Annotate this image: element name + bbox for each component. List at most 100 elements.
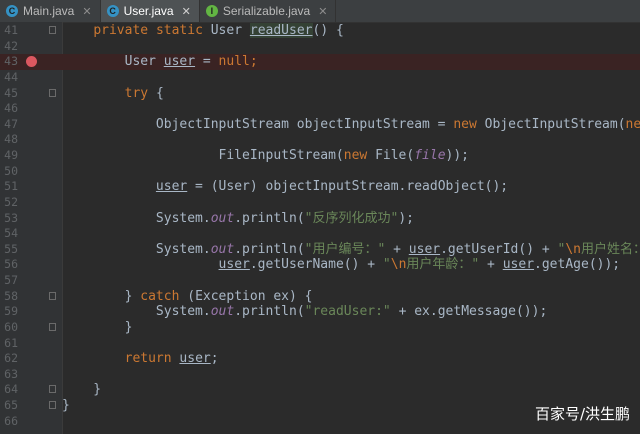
code-token: user xyxy=(163,54,196,70)
line-number: 49 xyxy=(4,148,18,162)
fold-marker-icon[interactable] xyxy=(49,291,56,300)
code-token: ObjectInputStream( xyxy=(484,116,626,132)
code-token: .getUserId() + xyxy=(440,241,558,257)
tab-serializable-java[interactable]: I Serializable.java ✕ xyxy=(200,0,337,22)
code-text: } catch (Exception ex) { xyxy=(62,288,313,305)
code-token: new xyxy=(453,116,485,132)
code-token: new xyxy=(343,148,376,163)
code-text: } xyxy=(62,382,101,398)
line-number: 65 xyxy=(4,398,18,412)
code-line: 42 xyxy=(0,39,640,55)
code-token: out xyxy=(210,241,235,257)
code-line: 53 System.out.println("反序列化成功"); xyxy=(0,211,640,227)
code-token: private xyxy=(93,23,156,38)
code-token: () { xyxy=(312,23,344,38)
code-line: 51 user = (User) objectInputStream.readO… xyxy=(0,179,640,195)
code-text: FileInputStream(new File(file)); xyxy=(62,148,469,164)
line-number: 41 xyxy=(4,23,18,37)
line-number: 56 xyxy=(4,257,18,272)
fold-marker-icon[interactable] xyxy=(49,322,56,331)
line-number: 42 xyxy=(4,38,18,53)
code-text: return user; xyxy=(62,351,219,367)
code-token: ObjectInputStream objectInputStream = xyxy=(62,116,454,132)
line-number: 46 xyxy=(4,101,18,116)
code-line: 52 xyxy=(0,195,640,211)
code-text: System.out.println("反序列化成功"); xyxy=(62,211,414,227)
code-line: 59 System.out.println("readUser:" + ex.g… xyxy=(0,304,640,320)
code-token: null xyxy=(218,54,250,70)
code-token: " xyxy=(382,257,391,273)
code-token: "readUser:" xyxy=(304,304,391,320)
code-token: + xyxy=(385,241,409,257)
code-token: file xyxy=(414,148,446,163)
code-token: user xyxy=(502,257,535,273)
class-file-icon: C xyxy=(6,5,18,17)
line-number: 45 xyxy=(4,85,18,100)
code-token: User xyxy=(210,23,250,38)
fold-marker-icon[interactable] xyxy=(49,385,56,394)
code-token: .println( xyxy=(234,241,305,257)
code-token: } xyxy=(62,398,70,413)
fold-marker-icon[interactable] xyxy=(49,26,56,34)
fold-marker-icon[interactable] xyxy=(49,88,56,97)
editor-tab-bar: C Main.java ✕ C User.java ✕ I Serializable.java… xyxy=(0,0,640,23)
code-token: FileInputStream( xyxy=(62,148,344,163)
fold-marker-icon[interactable] xyxy=(49,401,56,409)
code-token: .getAge()); xyxy=(534,257,621,273)
code-token: = (User) objectInputStream.readObject(); xyxy=(187,179,509,195)
code-token: + xyxy=(479,257,503,273)
code-token: "用户编号：" xyxy=(304,241,386,257)
line-number: 44 xyxy=(4,69,18,84)
code-token: catch xyxy=(140,288,188,304)
code-line: 48 xyxy=(0,132,640,148)
code-line: 50 xyxy=(0,164,640,180)
code-line: 54 xyxy=(0,226,640,242)
line-number: 57 xyxy=(4,273,18,287)
code-token: } xyxy=(62,288,141,304)
close-icon[interactable]: ✕ xyxy=(182,5,191,18)
code-token: .println( xyxy=(234,304,305,320)
watermark: 百家号/洪生鹏 xyxy=(534,405,630,423)
tab-label: Main.java xyxy=(23,4,75,18)
code-text: ObjectInputStream objectInputStream = ne… xyxy=(62,117,640,133)
code-line: 49 FileInputStream(new File(file)); xyxy=(0,148,640,164)
tab-user-java[interactable]: C User.java ✕ xyxy=(100,0,200,22)
code-line: 47 ObjectInputStream objectInputStream =… xyxy=(0,117,640,133)
close-icon[interactable]: ✕ xyxy=(82,5,91,18)
code-token: static xyxy=(155,23,211,38)
code-line: 58 } catch (Exception ex) { xyxy=(0,289,640,305)
code-token: user xyxy=(179,351,211,367)
line-number: 43 xyxy=(4,54,18,69)
code-token: user xyxy=(155,179,188,195)
code-token: user xyxy=(218,257,250,273)
line-number: 63 xyxy=(4,366,18,381)
code-line: 62 return user; xyxy=(0,351,640,367)
code-line: 57 xyxy=(0,273,640,289)
code-line: 64 } xyxy=(0,382,640,398)
code-token: { xyxy=(155,85,164,101)
code-token: User xyxy=(62,54,164,70)
tab-main-java[interactable]: C Main.java ✕ xyxy=(0,0,101,22)
code-token: out xyxy=(210,304,235,320)
code-editor[interactable]: 41 private static User readUser() {42 43 … xyxy=(0,22,640,434)
line-number: 50 xyxy=(4,163,18,178)
interface-file-icon: I xyxy=(205,5,218,17)
line-number: 55 xyxy=(4,241,18,256)
code-token: File( xyxy=(375,148,415,163)
code-line: 44 xyxy=(0,70,640,86)
code-text: try { xyxy=(62,86,164,102)
close-icon[interactable]: ✕ xyxy=(318,5,327,18)
line-number: 60 xyxy=(4,319,18,334)
code-text: System.out.println("用户编号：" + user.getUse… xyxy=(62,242,640,258)
code-token: ); xyxy=(398,210,414,226)
breakpoint-icon[interactable] xyxy=(26,56,37,68)
code-text: } xyxy=(62,398,70,414)
code-token: out xyxy=(210,210,235,226)
code-token: .println( xyxy=(234,210,305,226)
code-token: new xyxy=(625,116,640,132)
line-number: 54 xyxy=(4,226,18,241)
